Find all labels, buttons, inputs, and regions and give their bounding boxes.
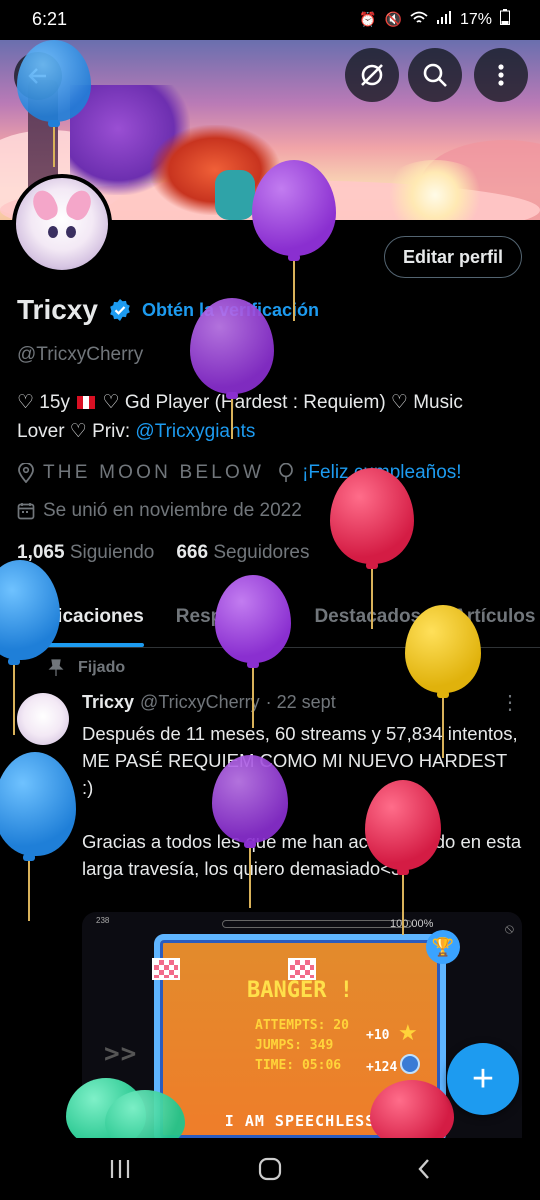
post-more-button[interactable]: ⋮ (500, 690, 520, 715)
location-pin-icon (18, 463, 34, 483)
profile-location: THE MOON BELOW (43, 462, 265, 483)
star-bonus: +10 (366, 1028, 390, 1043)
avatar-eye (48, 226, 58, 238)
progress-bar (222, 920, 412, 928)
post-date: · 22 sept (265, 692, 336, 712)
post-author-avatar[interactable] (17, 693, 69, 745)
trophy-icon: 🏆 (426, 930, 460, 964)
profile-joined-row: Se unió en noviembre de 2022 (17, 500, 302, 522)
grok-icon (361, 64, 383, 86)
home-button[interactable] (250, 1152, 290, 1186)
checker-decoration (288, 958, 316, 980)
banner-character-teal (215, 170, 255, 220)
home-icon (258, 1157, 282, 1181)
post-author-name[interactable]: Tricxy (82, 692, 134, 713)
profile-joined-date: Se unió en noviembre de 2022 (43, 500, 302, 521)
recents-icon (110, 1160, 130, 1178)
followers-link[interactable]: 666 Seguidores (176, 542, 309, 564)
profile-handle: @TricxyCherry (17, 344, 144, 365)
follow-stats: 1,065 Siguiendo 666 Seguidores (17, 542, 309, 564)
verified-badge-icon (110, 299, 130, 321)
status-bar: 6:21 ⏰ 🔇 17% (0, 0, 540, 40)
battery-percent: 17% (459, 10, 492, 28)
recents-button[interactable] (100, 1152, 140, 1186)
time-stat: TIME: 05:06 (255, 1058, 342, 1073)
profile-avatar[interactable] (12, 174, 112, 274)
orb-icon (400, 1054, 420, 1074)
following-label: Siguiendo (69, 542, 155, 563)
eye-off-icon: ⦸ (504, 920, 514, 936)
star-icon: ★ (398, 1020, 418, 1045)
calendar-icon (17, 503, 35, 520)
avatar-ear (62, 186, 96, 224)
back-nav-button[interactable] (404, 1152, 444, 1186)
pinned-label-row: Fijado (48, 659, 125, 677)
grok-button[interactable] (345, 48, 399, 102)
plus-icon: + (471, 1057, 495, 1100)
avatar-ear (28, 186, 62, 224)
following-link[interactable]: 1,065 Siguiendo (17, 542, 154, 564)
alarm-icon: ⏰ (359, 11, 377, 27)
status-time: 6:21 (32, 9, 68, 29)
battery-icon (500, 9, 510, 30)
chevron-left-icon (418, 1159, 429, 1179)
orb-bonus: +124 (366, 1060, 398, 1075)
post-author-handle: @TricxyCherry (140, 692, 260, 712)
mute-icon: 🔇 (384, 11, 402, 27)
search-button[interactable] (408, 48, 462, 102)
display-name: Tricxy (17, 294, 98, 325)
signal-icon (436, 11, 452, 28)
profile-name-row: Tricxy Obtén la verificación (17, 294, 319, 326)
bio-text: ♡ Gd Player (Hardest : Requiem) ♡ Music (102, 392, 463, 413)
bio-text: ♡ 15y (17, 392, 70, 413)
pinned-label: Fijado (78, 659, 126, 676)
jumps-stat: JUMPS: 349 (255, 1038, 334, 1053)
system-nav-bar (0, 1138, 540, 1200)
attempts-stat: ATTEMPTS: 20 (255, 1018, 349, 1033)
post-header: Tricxy @TricxyCherry · 22 sept (82, 692, 336, 713)
compose-post-button[interactable]: + (447, 1043, 519, 1115)
edit-profile-button[interactable]: Editar perfil (383, 236, 522, 278)
attempt-counter: 238 (96, 916, 110, 925)
balloon-icon (279, 463, 293, 482)
post-text: Después de 11 meses, 60 streams y 57,834… (82, 723, 522, 879)
kebab-menu-icon (498, 64, 504, 86)
more-options-button[interactable] (474, 48, 528, 102)
bio-text: Lover ♡ Priv: (17, 421, 136, 442)
followers-count: 666 (176, 542, 209, 563)
progress-percent: 100.00% (390, 918, 434, 930)
followers-label: Seguidores (213, 542, 310, 563)
status-icons: ⏰ 🔇 17% (359, 9, 510, 30)
profile-bio: ♡ 15y ♡ Gd Player (Hardest : Requiem) ♡ … (17, 388, 522, 446)
peru-flag-icon (77, 396, 96, 410)
checker-decoration (152, 958, 180, 980)
bio-mention-link[interactable]: @Tricxygiants (135, 421, 255, 442)
search-icon (423, 63, 447, 87)
wifi-icon (410, 11, 428, 28)
pin-icon (48, 659, 64, 676)
level-complete-title: BANGER ! (247, 978, 353, 1003)
avatar-eye (66, 226, 76, 238)
